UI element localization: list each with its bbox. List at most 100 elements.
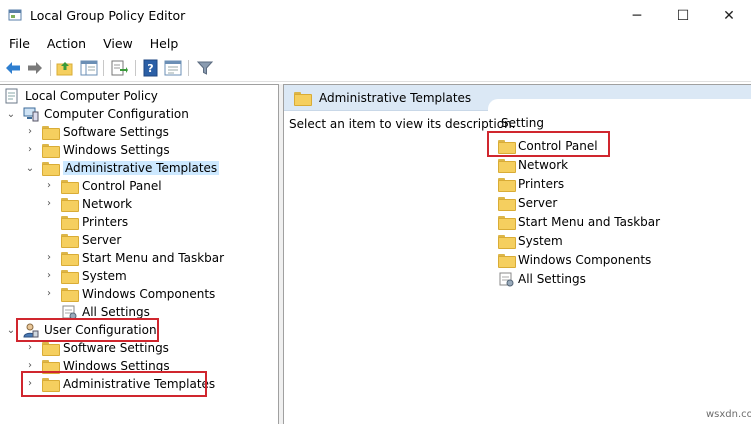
list-item-label: Windows Components	[518, 252, 652, 267]
tree-item-cc-software-settings[interactable]: Software Settings	[42, 123, 169, 141]
highlight-box-control-panel	[487, 131, 610, 157]
folder-icon	[61, 216, 79, 230]
export-list-icon[interactable]	[110, 59, 128, 77]
tree-label: Control Panel	[82, 179, 162, 193]
folder-icon	[61, 180, 79, 194]
maximize-button[interactable]: ☐	[660, 0, 706, 32]
show-hide-tree-icon[interactable]	[80, 59, 98, 77]
chevron-right-icon[interactable]: ›	[44, 289, 54, 299]
tree-item-cc-administrative-templates[interactable]: Administrative Templates	[42, 159, 220, 177]
menu-file[interactable]: File	[0, 36, 38, 51]
list-item-label: System	[518, 233, 563, 248]
menu-action[interactable]: Action	[38, 36, 94, 51]
tree-label: Start Menu and Taskbar	[82, 251, 225, 265]
tree-label: Administrative Templates	[63, 161, 220, 175]
policy-document-icon	[5, 88, 18, 104]
list-item-network[interactable]: Network	[498, 155, 568, 174]
chevron-right-icon[interactable]: ›	[44, 181, 54, 191]
help-icon[interactable]: ?	[142, 59, 160, 77]
up-folder-icon[interactable]	[56, 59, 74, 77]
details-pane: Administrative Templates Select an item …	[283, 84, 751, 424]
tree-item-computer-configuration[interactable]: Computer Configuration	[23, 105, 189, 123]
tree-item-windows-components[interactable]: Windows Components	[61, 285, 215, 303]
tree-label: Software Settings	[63, 125, 169, 139]
highlight-box-user-configuration	[16, 318, 159, 342]
svg-text:?: ?	[147, 62, 153, 75]
tree-label: Network	[82, 197, 133, 211]
list-item-server[interactable]: Server	[498, 193, 557, 212]
list-item-system[interactable]: System	[498, 231, 563, 250]
title-bar: Local Group Policy Editor ─ ☐ ✕	[0, 0, 751, 32]
back-arrow-icon[interactable]	[4, 59, 22, 77]
list-item-label: Network	[518, 157, 569, 172]
tree-label: All Settings	[82, 305, 150, 319]
list-item-windows-components[interactable]: Windows Components	[498, 250, 651, 269]
folder-icon	[61, 198, 79, 212]
menu-help[interactable]: Help	[141, 36, 187, 51]
details-header-title: Administrative Templates	[319, 90, 472, 105]
forward-arrow-icon[interactable]	[26, 59, 44, 77]
list-item-start-menu-and-taskbar[interactable]: Start Menu and Taskbar	[498, 212, 660, 231]
close-button[interactable]: ✕	[706, 0, 751, 32]
folder-icon	[61, 288, 79, 302]
folder-icon	[42, 126, 60, 140]
tree-item-system[interactable]: System	[61, 267, 127, 285]
list-item-label: Start Menu and Taskbar	[518, 214, 661, 229]
chevron-right-icon[interactable]: ›	[44, 199, 54, 209]
folder-icon	[498, 158, 516, 173]
toolbar: ?	[0, 54, 751, 82]
tree-label: Windows Components	[82, 287, 216, 301]
tree-item-cc-windows-settings[interactable]: Windows Settings	[42, 141, 170, 159]
window-title: Local Group Policy Editor	[30, 8, 186, 23]
tree-item-network[interactable]: Network	[61, 195, 132, 213]
minimize-button[interactable]: ─	[614, 0, 660, 32]
tree-item-control-panel[interactable]: Control Panel	[61, 177, 162, 195]
menu-view[interactable]: View	[94, 36, 141, 51]
watermark-text: wsxdn.com	[706, 409, 751, 420]
tree-item-printers[interactable]: Printers	[61, 213, 128, 231]
tree-label: Computer Configuration	[44, 107, 189, 121]
chevron-right-icon[interactable]: ›	[25, 127, 35, 137]
list-item-all-settings[interactable]: All Settings	[498, 269, 586, 288]
chevron-right-icon[interactable]: ›	[25, 361, 35, 371]
folder-icon	[42, 162, 60, 176]
tree-item-start-menu-and-taskbar[interactable]: Start Menu and Taskbar	[61, 249, 224, 267]
toolbar-separator	[50, 60, 51, 76]
folder-icon	[498, 253, 516, 268]
tree-label: Printers	[82, 215, 129, 229]
list-item-label: Server	[518, 195, 558, 210]
chevron-right-icon[interactable]: ›	[44, 271, 54, 281]
toolbar-separator	[135, 60, 136, 76]
highlight-box-uc-administrative-templates	[21, 371, 207, 397]
computer-icon	[23, 107, 39, 122]
column-header-setting[interactable]: Setting	[501, 116, 544, 130]
tree-item-server[interactable]: Server	[61, 231, 121, 249]
filter-icon[interactable]	[196, 59, 214, 77]
chevron-down-icon[interactable]: ⌄	[25, 164, 35, 174]
list-item-label: Printers	[518, 176, 565, 191]
list-item-printers[interactable]: Printers	[498, 174, 564, 193]
folder-icon	[498, 196, 516, 211]
description-text: Select an item to view its description.	[289, 117, 516, 131]
folder-icon	[61, 234, 79, 248]
folder-icon	[42, 342, 60, 356]
chevron-right-icon[interactable]: ›	[44, 253, 54, 263]
folder-icon	[498, 177, 516, 192]
folder-icon	[61, 270, 79, 284]
chevron-down-icon[interactable]: ⌄	[6, 326, 16, 336]
tree-label: System	[82, 269, 127, 283]
chevron-right-icon[interactable]: ›	[25, 145, 35, 155]
tree-root-local-computer-policy[interactable]: Local Computer Policy	[4, 87, 158, 105]
folder-icon	[61, 252, 79, 266]
properties-icon[interactable]	[164, 59, 182, 77]
console-tree-pane[interactable]: Local Computer Policy ⌄ Computer Configu…	[0, 84, 279, 424]
tree-label: Software Settings	[63, 341, 169, 355]
chevron-right-icon[interactable]: ›	[25, 343, 35, 353]
chevron-down-icon[interactable]: ⌄	[6, 110, 16, 120]
list-item-label: All Settings	[518, 271, 586, 286]
toolbar-separator	[103, 60, 104, 76]
folder-icon	[498, 234, 516, 249]
all-settings-icon	[499, 272, 514, 286]
folder-icon	[42, 144, 60, 158]
details-header-tab	[488, 99, 751, 111]
